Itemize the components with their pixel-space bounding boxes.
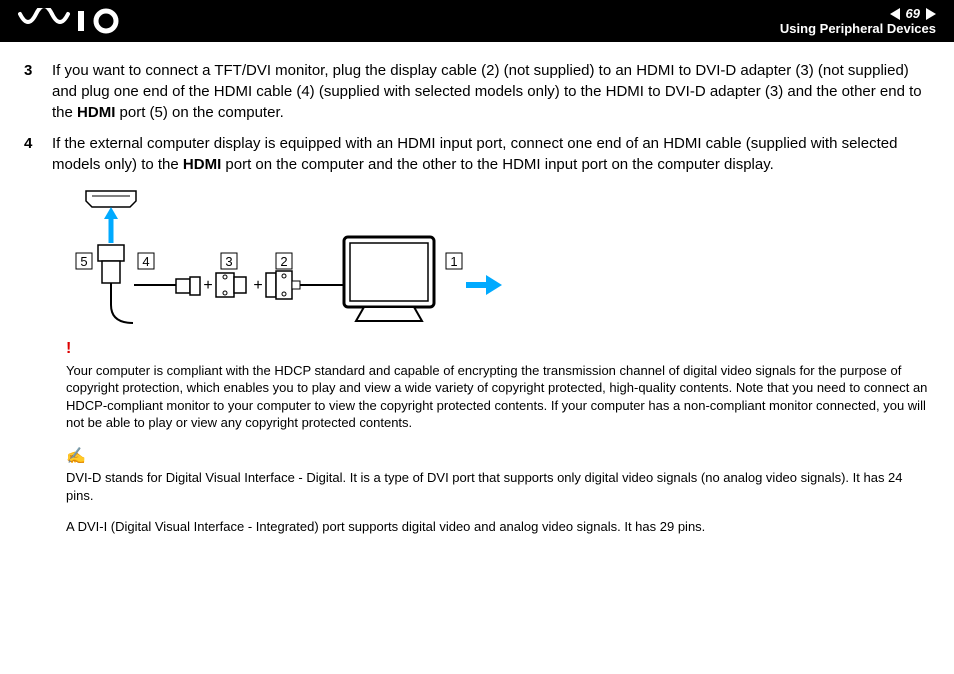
plus-icon: + [253, 277, 262, 294]
page-content: 3 If you want to connect a TFT/DVI monit… [0, 42, 954, 568]
monitor-icon [344, 237, 434, 321]
next-page-arrow-icon[interactable] [926, 8, 936, 20]
hint-icon: ✍ [66, 446, 930, 468]
hdmi-port-icon [86, 191, 136, 207]
step-bold: HDMI [183, 156, 221, 173]
callout-3: 3 [225, 254, 232, 269]
prev-page-arrow-icon[interactable] [890, 8, 900, 20]
step-body: If the external computer display is equi… [52, 133, 930, 175]
hint-text-1: DVI-D stands for Digital Visual Interfac… [66, 470, 903, 503]
warning-text: Your computer is compliant with the HDCP… [66, 363, 927, 431]
hint-text-2: A DVI-I (Digital Visual Interface - Inte… [66, 519, 705, 534]
hint-note: ✍ DVI-D stands for Digital Visual Interf… [66, 446, 930, 505]
page-number: 69 [906, 6, 920, 21]
header-bar: 69 Using Peripheral Devices [0, 0, 954, 42]
hdmi-plug-icon [176, 277, 200, 295]
callout-2: 2 [280, 254, 287, 269]
step-text-after: port (5) on the computer. [115, 104, 283, 121]
step-text-after: port on the computer and the other to th… [221, 156, 774, 173]
section-title: Using Peripheral Devices [780, 21, 936, 36]
plus-icon: + [203, 277, 212, 294]
header-right: 69 Using Peripheral Devices [780, 6, 936, 36]
step-body: If you want to connect a TFT/DVI monitor… [52, 60, 930, 123]
step-bold: HDMI [77, 104, 115, 121]
dvi-adapter-icon [216, 273, 246, 297]
dvi-connector-icon [266, 271, 300, 299]
connection-diagram: 5 4 + [66, 185, 930, 328]
callout-5: 5 [80, 254, 87, 269]
warning-icon: ! [66, 338, 930, 360]
hdmi-connector-icon [98, 245, 133, 323]
arrow-right-icon [466, 275, 502, 295]
step-number: 4 [24, 133, 52, 154]
vaio-logo-svg [18, 8, 128, 34]
warning-note: ! Your computer is compliant with the HD… [66, 338, 930, 432]
arrow-to-port-icon [104, 207, 118, 243]
callout-1: 1 [450, 254, 457, 269]
hint-note-2: A DVI-I (Digital Visual Interface - Inte… [66, 518, 930, 536]
notes-section: ! Your computer is compliant with the HD… [66, 338, 930, 536]
page-nav: 69 [780, 6, 936, 21]
callout-4: 4 [142, 254, 149, 269]
step-number: 3 [24, 60, 52, 81]
diagram-svg: 5 4 + [66, 185, 506, 325]
step-4: 4 If the external computer display is eq… [24, 133, 930, 175]
step-3: 3 If you want to connect a TFT/DVI monit… [24, 60, 930, 123]
vaio-logo [18, 8, 128, 34]
